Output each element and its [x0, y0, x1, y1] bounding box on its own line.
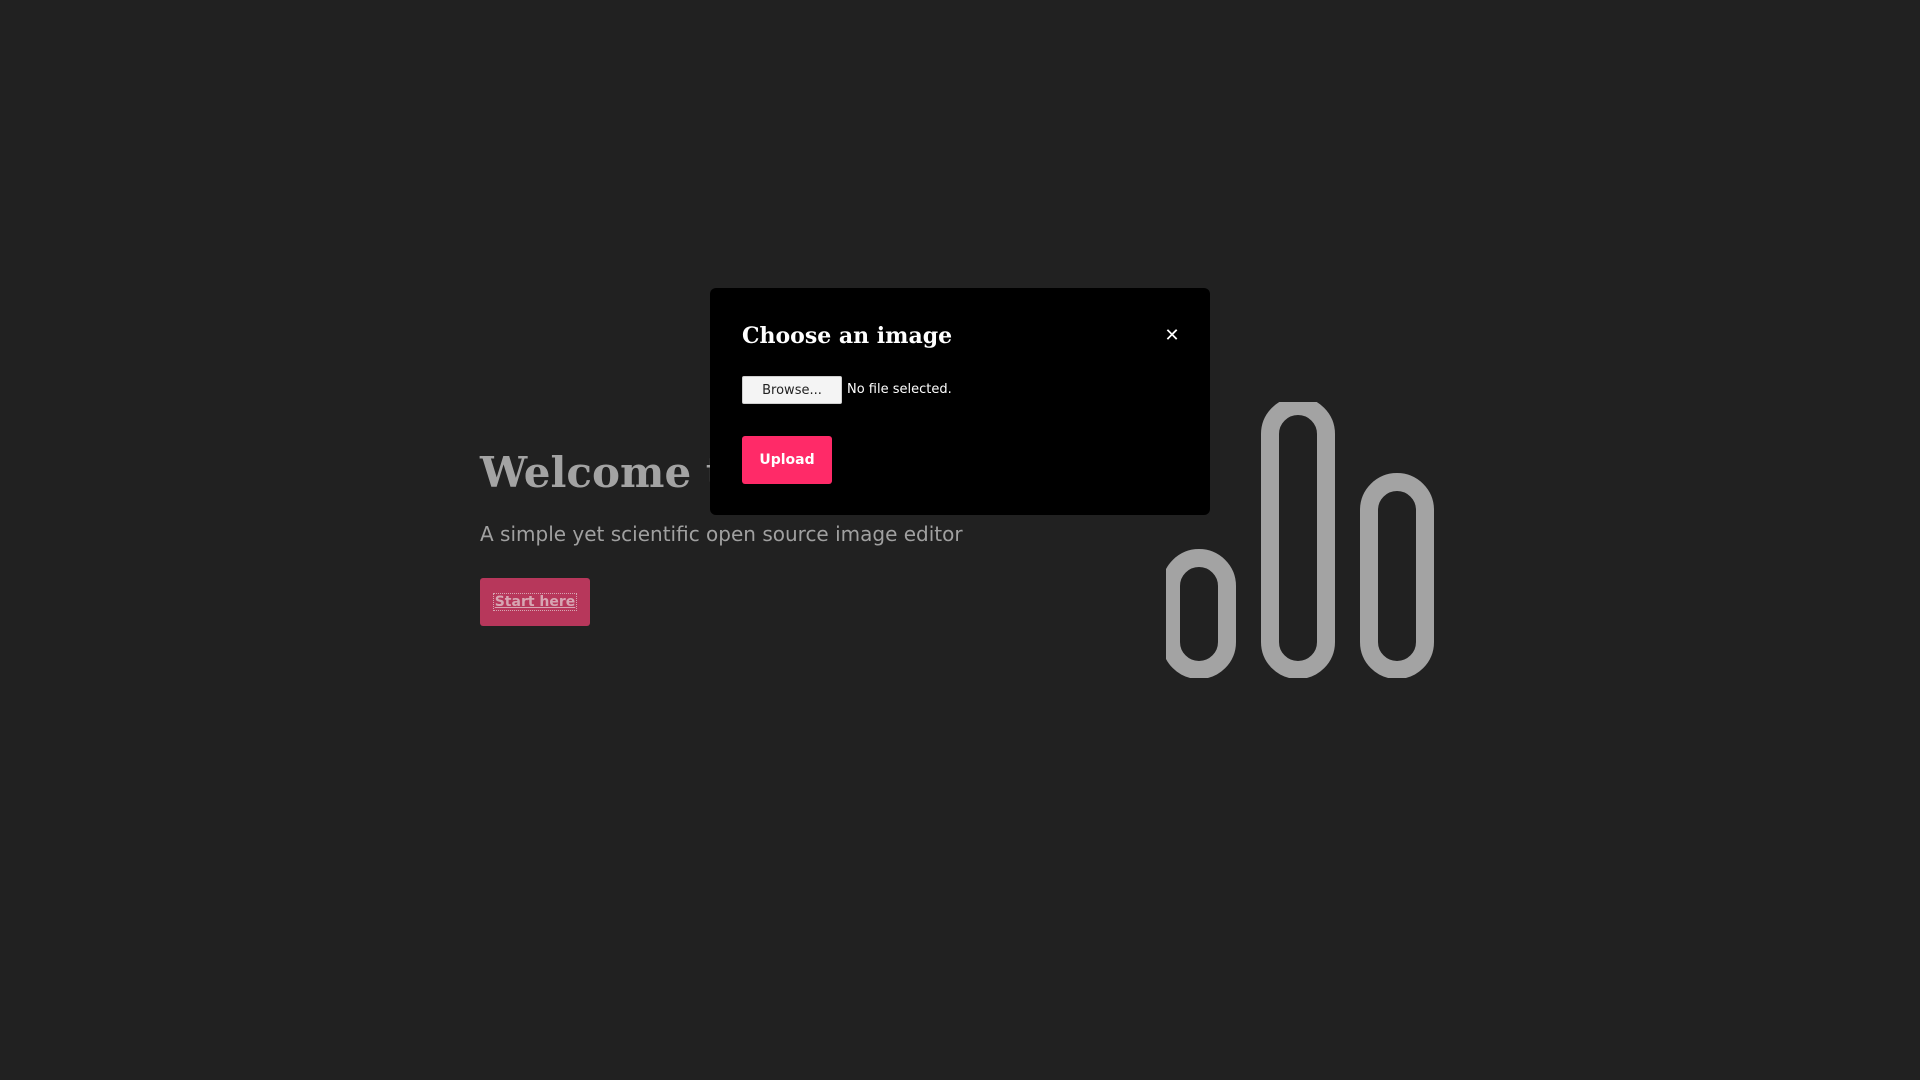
choose-image-modal: Choose an image ✕ Browse... No file sele…: [710, 288, 1210, 515]
logo-bar-medium: [1360, 473, 1434, 678]
modal-title: Choose an image: [742, 323, 953, 349]
logo-bar-short: [1166, 549, 1236, 678]
logo-bar-tall: [1261, 402, 1335, 678]
page: Welcome to A simple yet scientific open …: [0, 0, 1920, 1080]
hero-subtitle: A simple yet scientific open source imag…: [480, 522, 963, 546]
browse-button[interactable]: Browse...: [742, 376, 842, 404]
file-status-text: No file selected.: [847, 382, 952, 397]
upload-button[interactable]: Upload: [742, 436, 832, 484]
start-here-button[interactable]: Start here: [480, 578, 590, 626]
start-here-label: Start here: [492, 593, 578, 611]
close-icon[interactable]: ✕: [1160, 324, 1184, 348]
